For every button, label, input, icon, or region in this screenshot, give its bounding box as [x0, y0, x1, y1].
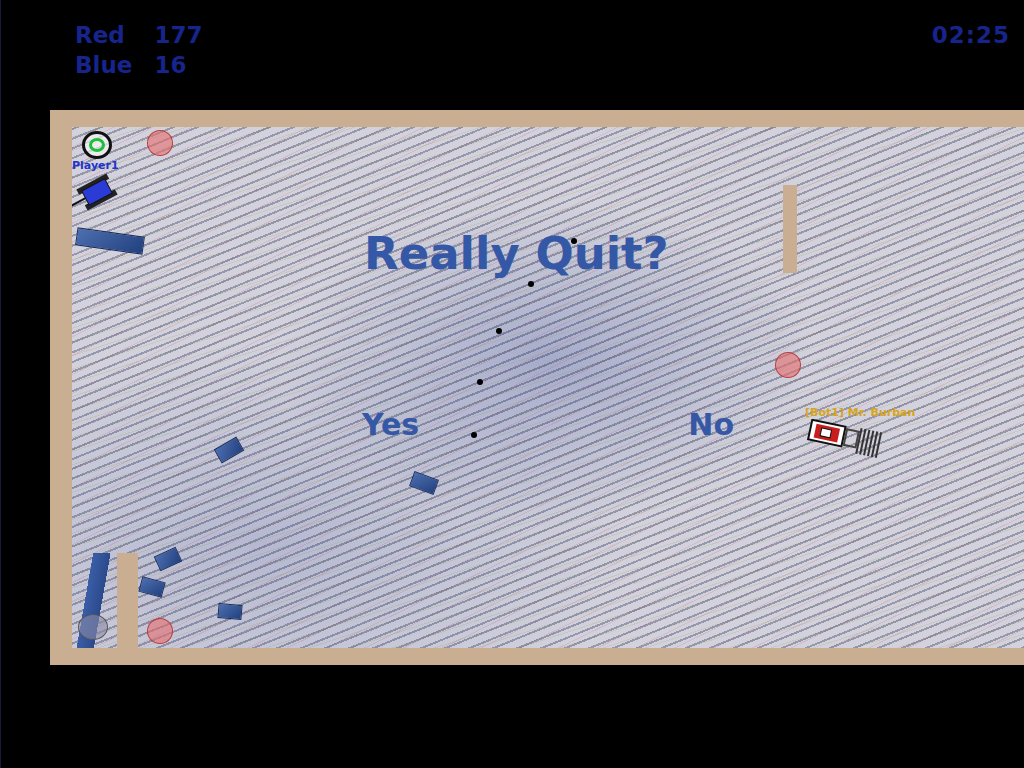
tank-icon [72, 172, 122, 212]
dialog-option[interactable]: Yes [362, 407, 419, 443]
team-score: 177 [154, 20, 202, 50]
tank-icon [805, 419, 891, 459]
debris [138, 576, 165, 598]
debris [75, 227, 145, 254]
playfield: Player1 [Bot1] Mr. Burban Really Quit? Yes N… [72, 127, 1024, 648]
player: [Bot1] Mr. Burban [805, 406, 915, 459]
mine [775, 352, 801, 378]
quit-dialog: Really Quit? Yes No [362, 227, 802, 443]
wall [783, 185, 797, 273]
hole [78, 614, 108, 640]
player-name: [Bot1] Mr. Burban [805, 406, 915, 419]
bullet [496, 328, 502, 334]
dialog-options: Yes No [362, 407, 734, 443]
scoreboard: Red 177 Blue 16 [75, 20, 202, 80]
hud: Red 177 Blue 16 02:25 [1, 0, 1024, 110]
team-name: Blue [75, 50, 132, 80]
timer: 02:25 [932, 20, 1010, 50]
mine [147, 130, 173, 156]
ring-inner-icon [89, 138, 105, 152]
mine [147, 618, 173, 644]
team-score: 16 [154, 50, 202, 80]
game-screen: Red 177 Blue 16 02:25 Player1 [Bot1] Mr. Burba… [0, 0, 1024, 768]
debris [214, 437, 245, 464]
bullet [471, 432, 477, 438]
dialog-title: Really Quit? [362, 227, 802, 281]
arena: Player1 [Bot1] Mr. Burban Really Quit? Yes N… [50, 110, 1024, 665]
player-name: Player1 [72, 159, 119, 172]
team-name: Red [75, 20, 132, 50]
debris [217, 603, 242, 620]
bullet [528, 281, 534, 287]
selection-ring-icon [82, 131, 112, 159]
human-unit: Player1 [72, 131, 122, 212]
dialog-option[interactable]: No [688, 407, 734, 443]
wall [117, 553, 138, 648]
debris [409, 471, 439, 495]
bot-unit: [Bot1] Mr. Burban [805, 406, 915, 459]
debris [154, 547, 183, 572]
player: Player1 [72, 131, 122, 212]
bullet [477, 379, 483, 385]
